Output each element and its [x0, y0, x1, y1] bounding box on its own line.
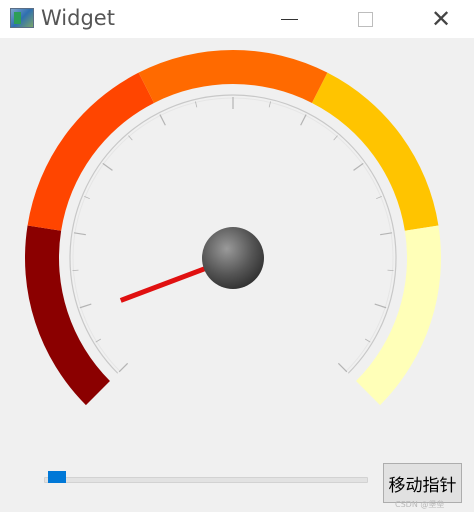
scale-tick — [118, 362, 129, 373]
close-button[interactable]: ✕ — [418, 0, 464, 38]
scale-tick — [333, 135, 338, 141]
color-band-segment — [356, 225, 441, 406]
needle-hub — [202, 227, 264, 289]
speedometer-gauge — [24, 49, 441, 406]
scale-tick — [73, 232, 86, 236]
minimize-icon — [280, 18, 298, 20]
window-title: Widget — [41, 6, 115, 30]
scale-tick — [374, 303, 387, 309]
scale-tick — [159, 114, 166, 126]
slider-groove — [44, 477, 368, 483]
minimize-button[interactable] — [266, 0, 312, 38]
maximize-icon — [357, 11, 373, 27]
scale-tick — [380, 232, 393, 236]
slider-handle[interactable] — [48, 471, 66, 483]
gauge-needle — [119, 263, 214, 303]
maximize-button[interactable] — [342, 0, 388, 38]
pointer-slider[interactable] — [44, 470, 370, 486]
color-band-segment — [24, 225, 110, 406]
scale-tick — [102, 162, 113, 171]
color-band-segment — [311, 72, 439, 231]
color-band-segment — [27, 72, 155, 231]
close-icon: ✕ — [430, 5, 452, 33]
watermark-text: CSDN @堡垒 — [395, 500, 445, 509]
scale-tick — [353, 162, 364, 171]
scale-tick — [300, 114, 307, 126]
move-pointer-button[interactable]: 移动指针 — [383, 463, 462, 503]
scale-tick — [337, 362, 348, 373]
scale-tick — [128, 135, 133, 141]
title-bar: Widget ✕ — [0, 0, 474, 38]
scale-tick — [79, 303, 92, 309]
app-window-icon — [10, 8, 34, 28]
